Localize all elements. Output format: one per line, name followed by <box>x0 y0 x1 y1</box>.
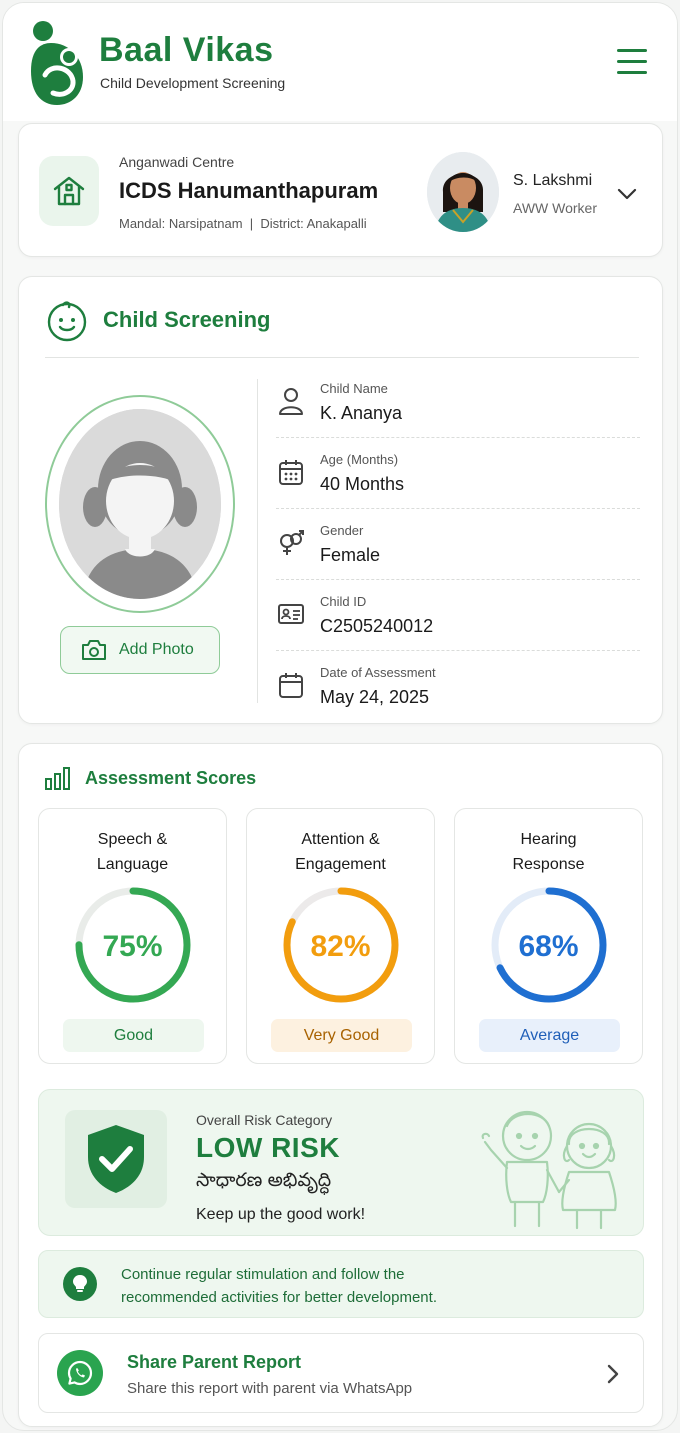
score-attention-engagement: Attention & Engagement 82% Very Good <box>246 808 435 1064</box>
score-name-line: Attention & <box>301 831 380 848</box>
mother-child-logo-icon <box>31 21 83 105</box>
detail-gender: Gender Female <box>276 509 640 580</box>
score-percent: 82% <box>310 930 371 963</box>
detail-child-name: Child Name K. Ananya <box>276 367 640 438</box>
score-name-line: Language <box>96 856 169 873</box>
detail-value: C2505240012 <box>320 616 434 636</box>
tip-text: Continue regular stimulation and follow … <box>121 1263 621 1309</box>
centre-name: ICDS Hanumanthapuram <box>119 178 379 203</box>
scores-title: Assessment Scores <box>85 768 257 788</box>
brand-subtitle: Child Development Screening <box>100 75 286 91</box>
add-photo-label: Add Photo <box>119 641 194 658</box>
score-rating-badge: Very Good <box>271 1019 412 1052</box>
shield-check-icon <box>65 1110 167 1208</box>
children-illustration-icon <box>481 1110 617 1230</box>
tip-line: Continue regular stimulation and follow … <box>121 1266 405 1283</box>
tip-line: recommended activities for better develo… <box>121 1289 437 1306</box>
detail-child-id: Child ID C2505240012 <box>276 580 640 651</box>
camera-icon <box>82 640 106 660</box>
detail-age: Age (Months) 40 Months <box>276 438 640 509</box>
score-name-line: Speech & <box>97 831 168 848</box>
detail-label: Child ID <box>320 594 367 609</box>
detail-assessment-date: Date of Assessment May 24, 2025 <box>276 651 640 722</box>
score-name-line: Response <box>512 856 585 873</box>
centre-label: Anganwadi Centre <box>119 154 235 170</box>
whatsapp-icon <box>57 1350 103 1396</box>
id-card-icon <box>278 604 304 624</box>
score-name-line: Hearing <box>520 831 577 848</box>
score-name: Hearing Response <box>455 827 642 877</box>
divider <box>45 357 639 358</box>
recommendation-tip: Continue regular stimulation and follow … <box>38 1250 644 1318</box>
score-speech-language: Speech & Language 75% Good <box>38 808 227 1064</box>
worker-role: AWW Worker <box>513 200 597 216</box>
detail-value: 40 Months <box>320 474 405 494</box>
detail-label: Date of Assessment <box>320 665 436 680</box>
screening-title: Child Screening <box>103 307 271 332</box>
child-face-icon <box>47 301 87 342</box>
chevron-right-icon <box>607 1364 619 1384</box>
detail-label: Age (Months) <box>320 452 399 467</box>
chevron-down-icon[interactable] <box>615 184 639 204</box>
anganwadi-house-icon <box>39 156 99 226</box>
score-name: Attention & Engagement <box>247 827 434 877</box>
share-parent-report-button[interactable]: Share Parent Report Share this report wi… <box>38 1333 644 1413</box>
child-photo-frame <box>45 395 235 613</box>
centre-location: Mandal: Narsipatnam | District: Anakapal… <box>119 216 367 231</box>
child-photo-placeholder <box>59 409 221 599</box>
score-percent: 75% <box>102 930 163 963</box>
calendar-grid-icon <box>279 460 303 485</box>
score-name: Speech & Language <box>39 827 226 877</box>
centre-card: Anganwadi Centre ICDS Hanumanthapuram Ma… <box>18 123 663 257</box>
child-screening-card: Child Screening Add Photo Child Name K. … <box>18 276 663 724</box>
score-hearing-response: Hearing Response 68% Average <box>454 808 643 1064</box>
calendar-icon <box>279 673 303 698</box>
person-icon <box>279 388 303 415</box>
lightbulb-icon <box>63 1267 97 1301</box>
detail-value: K. Ananya <box>320 403 403 423</box>
score-rating-badge: Average <box>479 1019 620 1052</box>
detail-value: Female <box>320 545 381 565</box>
hamburger-menu-icon[interactable] <box>613 43 649 79</box>
worker-avatar[interactable] <box>427 152 499 232</box>
risk-label: Overall Risk Category <box>196 1112 333 1128</box>
detail-label: Gender <box>320 523 364 538</box>
overall-risk-panel: Overall Risk Category LOW RISK సాధారణ అభ… <box>38 1089 644 1236</box>
risk-category-telugu: సాధారణ అభివృద్ధి <box>196 1170 332 1191</box>
app-screen: Baal Vikas Child Development Screening A… <box>2 2 678 1431</box>
risk-message: Keep up the good work! <box>196 1206 366 1223</box>
risk-category: LOW RISK <box>196 1132 340 1163</box>
app-header: Baal Vikas Child Development Screening <box>3 3 677 121</box>
worker-name: S. Lakshmi <box>513 172 593 189</box>
vertical-divider <box>257 379 258 703</box>
share-title: Share Parent Report <box>127 1352 302 1372</box>
detail-value: May 24, 2025 <box>320 687 430 707</box>
bar-chart-icon <box>45 767 70 790</box>
gender-icon <box>280 530 304 555</box>
add-photo-button[interactable]: Add Photo <box>60 626 220 674</box>
score-percent: 68% <box>518 930 579 963</box>
detail-label: Child Name <box>320 381 388 396</box>
score-rating-badge: Good <box>63 1019 204 1052</box>
score-name-line: Engagement <box>295 856 386 873</box>
assessment-scores-card: Assessment Scores Speech & Language 75% … <box>18 743 663 1427</box>
share-subtitle: Share this report with parent via WhatsA… <box>127 1380 413 1397</box>
brand-title: Baal Vikas <box>99 31 274 69</box>
